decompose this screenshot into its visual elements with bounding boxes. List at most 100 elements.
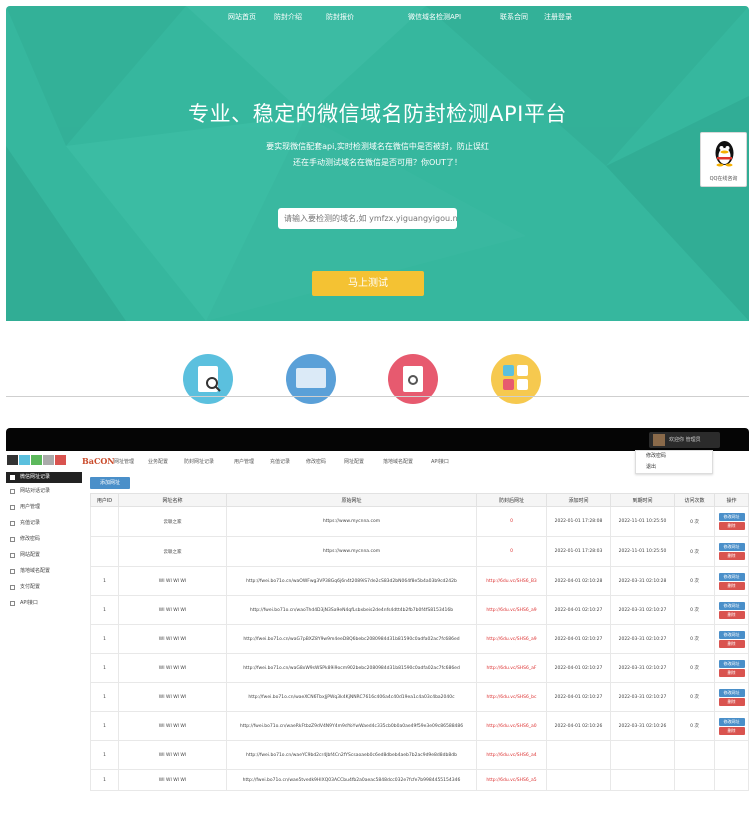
edit-url-button[interactable]: 修改网址 bbox=[718, 630, 745, 639]
url-table: 用户ID 网址名称 原始网址 防封后网址 添加时间 到期时间 访问次数 操作 云联之家 http… bbox=[90, 493, 749, 791]
sidebar-item-payment[interactable]: 支付配置 bbox=[6, 582, 82, 593]
tab-api[interactable]: API接口 bbox=[431, 458, 449, 465]
cell-uid: 1 bbox=[90, 566, 119, 596]
cell-actions: 修改网址 删除 bbox=[714, 711, 749, 741]
tab-password[interactable]: 修改密码 bbox=[306, 458, 326, 465]
cell-url[interactable]: https://www.mycnna.com bbox=[226, 506, 477, 537]
cell-added bbox=[546, 740, 611, 770]
delete-button[interactable]: 删除 bbox=[718, 552, 745, 560]
table-row: 1 WI WI WI WI http://fwei.bo71o.cn/waeYC9b… bbox=[90, 740, 749, 770]
edit-url-button[interactable]: 修改网址 bbox=[718, 688, 745, 697]
edit-url-button[interactable]: 修改网址 bbox=[718, 572, 745, 581]
cell-expire: 2022-11-01 10:25:50 bbox=[610, 506, 675, 537]
cell-url[interactable]: http://fwei.bo71o.cn/waoThd4D3jN3Sa9eN4q… bbox=[226, 595, 477, 625]
cell-expire: 2022-11-01 10:25:50 bbox=[610, 536, 675, 567]
cell-short[interactable]: http://6du.vc/SHS6_B3 bbox=[476, 566, 547, 596]
add-url-button[interactable]: 添加网址 bbox=[90, 477, 130, 489]
cell-added: 2022-04-01 02:10:28 bbox=[546, 566, 611, 596]
edit-url-button[interactable]: 修改网址 bbox=[718, 717, 745, 726]
cell-short[interactable]: http://6du.vc/SHS6_aF bbox=[476, 653, 547, 683]
sidebar-item-site-config[interactable]: 网站配置 bbox=[6, 550, 82, 561]
cell-url[interactable]: https://www.mycnna.com bbox=[226, 536, 477, 567]
test-button[interactable]: 马上测试 bbox=[312, 271, 424, 296]
landing-hero: 网站首页 防封介绍 防封报价 微信域名检测API 联系合同 注册登录 专业、稳定… bbox=[6, 6, 749, 321]
screenshot-root: 网站首页 防封介绍 防封报价 微信域名检测API 联系合同 注册登录 专业、稳定… bbox=[0, 0, 755, 816]
cell-name: 云联之家 bbox=[118, 536, 227, 567]
user-menu[interactable]: 欢迎你 管理员 bbox=[649, 432, 720, 448]
user-greeting: 欢迎你 管理员 bbox=[669, 437, 701, 443]
cell-uid: 1 bbox=[90, 595, 119, 625]
sidebar-item-landing[interactable]: 落地域名配置 bbox=[6, 566, 82, 577]
tab-recharge[interactable]: 充值记录 bbox=[270, 458, 290, 465]
cell-uid: 1 bbox=[90, 653, 119, 683]
edit-url-button[interactable]: 修改网址 bbox=[718, 659, 745, 668]
cell-url[interactable]: http://fwei.bo71o.cn/waeYC9bd2cr4Jbf4Cn2… bbox=[226, 740, 477, 770]
tab-url-config[interactable]: 网址配置 bbox=[344, 458, 364, 465]
delete-button[interactable]: 删除 bbox=[718, 697, 745, 706]
cell-name: WI WI WI WI bbox=[118, 769, 227, 791]
column-header: 网址名称 bbox=[118, 493, 227, 507]
sidebar-item-dialog[interactable]: 网站对话记录 bbox=[6, 486, 82, 497]
cell-name: WI WI WI WI bbox=[118, 740, 227, 770]
tab-records[interactable]: 防封网址记录 bbox=[184, 458, 214, 465]
delete-button[interactable]: 删除 bbox=[718, 726, 745, 735]
cell-added bbox=[546, 769, 611, 791]
cell-short[interactable]: http://6du.vc/SHS6_a4 bbox=[476, 740, 547, 770]
cell-expire: 2022-03-31 02:10:27 bbox=[610, 682, 675, 712]
tab-urls[interactable]: 网址管理 bbox=[114, 458, 134, 465]
nav-login[interactable]: 注册登录 bbox=[544, 12, 572, 22]
delete-button[interactable]: 删除 bbox=[718, 522, 745, 530]
nav-pricing[interactable]: 防封报价 bbox=[326, 12, 354, 22]
column-header: 到期时间 bbox=[610, 493, 675, 507]
delete-button[interactable]: 删除 bbox=[718, 610, 745, 619]
delete-button[interactable]: 删除 bbox=[718, 668, 745, 677]
cell-added: 2022-04-01 02:10:27 bbox=[546, 624, 611, 654]
cell-visits: 0 次 bbox=[674, 653, 715, 683]
sidebar-item-records[interactable]: 微信网址记录 bbox=[6, 472, 82, 483]
domain-search-input[interactable] bbox=[278, 208, 457, 229]
cell-visits: 0 次 bbox=[674, 536, 715, 567]
cell-short[interactable]: http://6du.vc/SHS6_a0 bbox=[476, 711, 547, 741]
cell-url[interactable]: http://fwei.bo71o.cn/waG8xW9sWSPk89i9ocm… bbox=[226, 653, 477, 683]
sidebar-item-api[interactable]: API接口 bbox=[6, 598, 82, 609]
tab-landing-config[interactable]: 落地域名配置 bbox=[383, 458, 413, 465]
edit-url-button[interactable]: 修改网址 bbox=[718, 513, 745, 521]
sidebar-item-recharge[interactable]: 充值记录 bbox=[6, 518, 82, 529]
table-row: 云联之家 https://www.mycnna.com 0 2022-01-01 17… bbox=[90, 506, 749, 537]
qq-penguin-icon bbox=[715, 141, 734, 167]
cell-expire: 2022-03-31 02:10:27 bbox=[610, 595, 675, 625]
nav-contact[interactable]: 联系合同 bbox=[500, 12, 528, 22]
cell-url[interactable]: http://fwei.bo71o.cn/waOWFwg3VP38Gq6j6n4… bbox=[226, 566, 477, 596]
nav-home[interactable]: 网站首页 bbox=[228, 12, 256, 22]
cell-url[interactable]: http://fwei.bo71o.cn/waeXCN6TbxJjPWq3k4K… bbox=[226, 682, 477, 712]
column-header: 防封后网址 bbox=[476, 493, 547, 507]
sidebar-item-users[interactable]: 用户管理 bbox=[6, 502, 82, 513]
cell-url[interactable]: http://fwei.bo71o.cn/waeRkFtbzZ9dV4N9Y4m… bbox=[226, 711, 477, 741]
edit-url-button[interactable]: 修改网址 bbox=[718, 543, 745, 551]
nav-api[interactable]: 微信域名检测API bbox=[408, 12, 461, 22]
cell-short[interactable]: http://6du.vc/SHS6_bc bbox=[476, 682, 547, 712]
tab-business[interactable]: 业务配置 bbox=[148, 458, 168, 465]
edit-url-button[interactable]: 修改网址 bbox=[718, 601, 745, 610]
delete-button[interactable]: 删除 bbox=[718, 581, 745, 590]
cell-name: WI WI WI WI bbox=[118, 711, 227, 741]
nav-intro[interactable]: 防封介绍 bbox=[274, 12, 302, 22]
cell-added: 2022-04-01 02:10:27 bbox=[546, 595, 611, 625]
cell-url[interactable]: http://fwei.bo71o.cn/wae5tvedk9HIXQ03ACC… bbox=[226, 769, 477, 791]
cell-short[interactable]: http://6du.vc/SHS6_a5 bbox=[476, 769, 547, 791]
column-header: 访问次数 bbox=[674, 493, 715, 507]
table-row: 云联之家 https://www.mycnna.com 0 2022-01-01 17… bbox=[90, 536, 749, 567]
cell-url[interactable]: http://fwei.bo71o.cn/waG7pBXZ8Y9w9m4eeD8… bbox=[226, 624, 477, 654]
sidebar-item-password[interactable]: 修改密码 bbox=[6, 534, 82, 545]
qq-label: QQ在线咨询 bbox=[709, 176, 738, 182]
qq-consult-widget[interactable]: QQ在线咨询 bbox=[700, 132, 747, 187]
tab-users[interactable]: 用户管理 bbox=[234, 458, 254, 465]
cell-short[interactable]: 0 bbox=[476, 536, 547, 567]
cell-uid bbox=[90, 536, 119, 567]
delete-button[interactable]: 删除 bbox=[718, 639, 745, 648]
cell-actions: 修改网址 删除 bbox=[714, 624, 749, 654]
cell-short[interactable]: http://6du.vc/SHS6_a9 bbox=[476, 624, 547, 654]
cell-visits: 0 次 bbox=[674, 682, 715, 712]
cell-short[interactable]: 0 bbox=[476, 506, 547, 537]
cell-short[interactable]: http://6du.vc/SHS6_a9 bbox=[476, 595, 547, 625]
